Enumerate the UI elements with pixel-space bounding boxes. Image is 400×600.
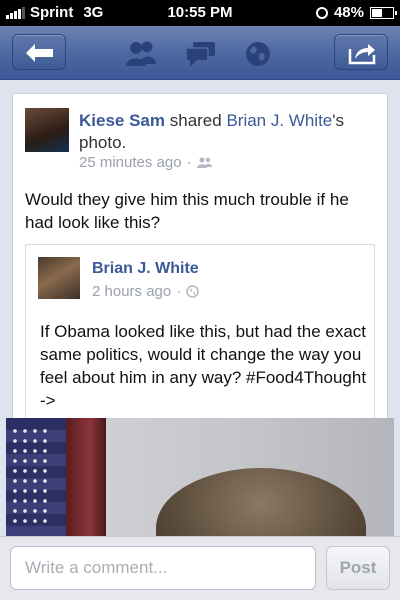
author-name[interactable]: Kiese Sam (79, 111, 165, 130)
post-action: shared (169, 111, 222, 130)
shared-post-text: If Obama looked like this, but had the e… (40, 322, 367, 410)
nav-bar (0, 26, 400, 80)
shared-photo[interactable] (6, 418, 394, 536)
friends-audience-icon (196, 157, 212, 168)
back-button[interactable] (12, 34, 66, 70)
author-avatar[interactable] (25, 108, 69, 152)
shared-author-avatar[interactable] (38, 257, 80, 299)
post-button[interactable]: Post (326, 546, 390, 590)
battery-percent: 48% (333, 4, 364, 21)
battery-icon (370, 6, 397, 19)
shared-author-name[interactable]: Brian J. White (92, 260, 199, 278)
messages-icon[interactable] (184, 40, 218, 68)
post-header: Kiese Sam shared Brian J. White's photo. (79, 110, 377, 154)
globe-icon[interactable] (244, 40, 272, 68)
post-text: Would they give him this much trouble if… (25, 190, 349, 232)
meta-separator: · (186, 154, 192, 171)
shared-post-time[interactable]: 2 hours ago (92, 283, 171, 300)
possessive: 's (332, 111, 345, 130)
share-button[interactable] (334, 34, 388, 70)
meta-separator: · (176, 283, 182, 300)
comment-bar: Post (0, 536, 400, 600)
person-image-region (156, 468, 366, 536)
shared-post-meta: 2 hours ago · (92, 283, 199, 300)
post-object: photo. (79, 133, 127, 152)
back-arrow-icon (26, 44, 53, 62)
friends-icon[interactable] (124, 40, 158, 68)
share-icon (348, 44, 376, 65)
alarm-icon (315, 6, 328, 19)
post-meta: 25 minutes ago · (79, 154, 213, 171)
status-bar: Sprint 3G 10:55 PM 48% (0, 0, 400, 26)
comment-input[interactable] (10, 546, 316, 590)
shared-from-link[interactable]: Brian J. White (226, 111, 332, 130)
globe-audience-icon (186, 285, 199, 298)
post-time[interactable]: 25 minutes ago (79, 154, 182, 171)
curtain-image-region (66, 418, 106, 536)
